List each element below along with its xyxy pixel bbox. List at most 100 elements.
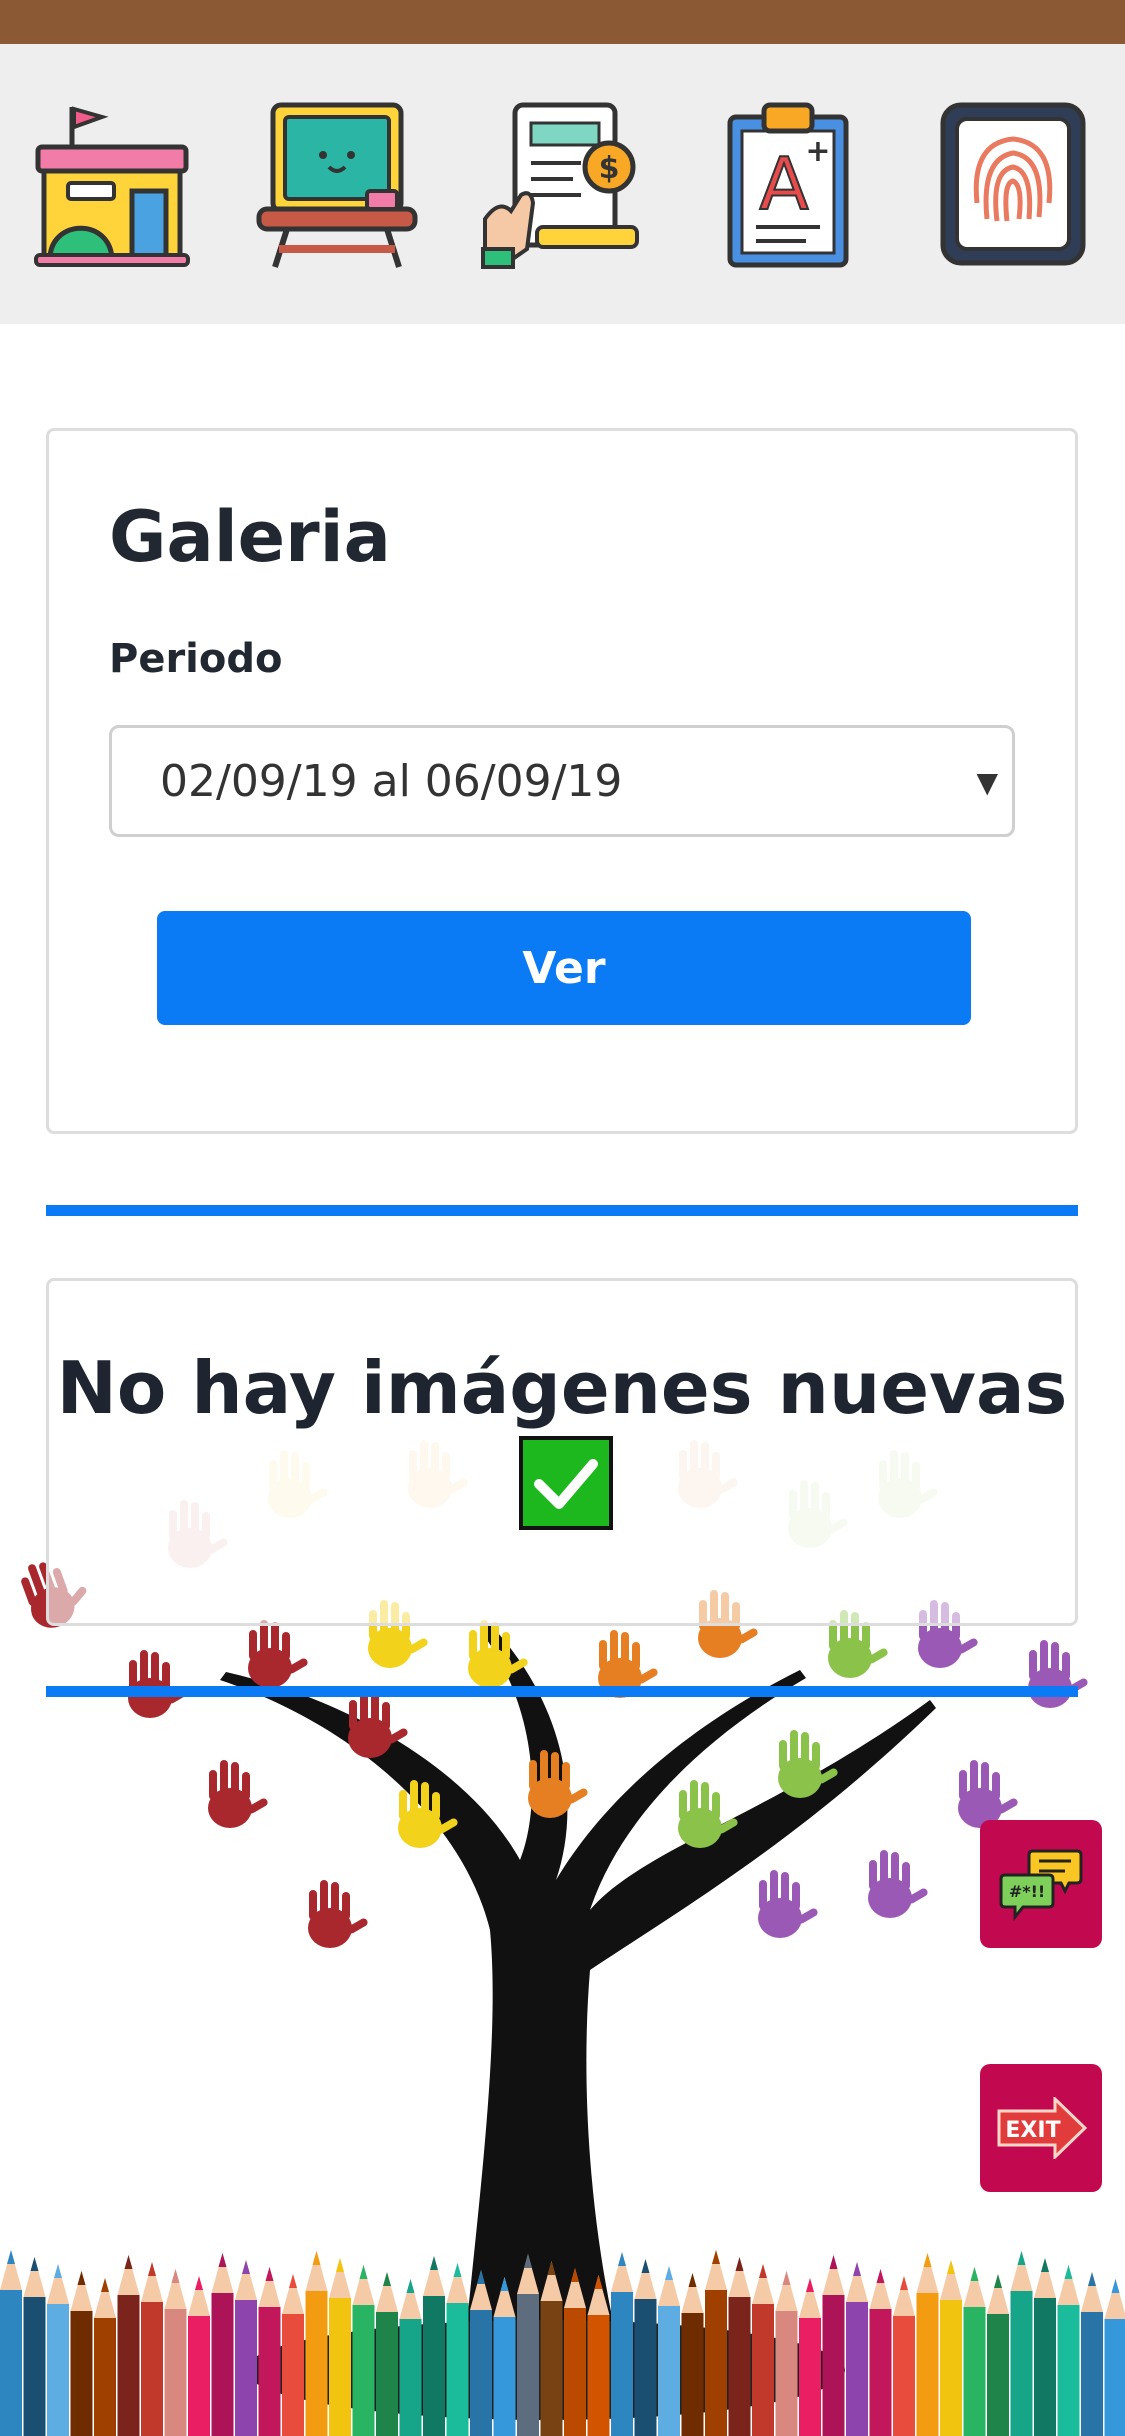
pencil-body [963,2307,986,2436]
pencil-body [540,2301,563,2436]
pencil-lead [148,2262,156,2276]
chat-button[interactable]: #*!! [980,1820,1102,1948]
ver-button[interactable]: Ver [157,911,971,1025]
grades-clipboard-icon: A + [727,102,849,268]
pencil-body [235,2300,257,2436]
pencil-lead [171,2269,180,2283]
pencil-lead [430,2256,438,2270]
pencil-body [752,2304,774,2436]
caret-down-icon: ▼ [976,766,998,799]
pencil-lead [218,2253,227,2267]
pencil-body [611,2292,633,2436]
pencil-body [258,2307,281,2436]
pencil-body [1057,2305,1080,2436]
pencil-lead [641,2259,650,2273]
pencil-body [423,2296,445,2436]
pencil-lead [1017,2251,1026,2265]
pencil-lead [453,2263,462,2277]
toolbar-grades-button[interactable]: A + [706,99,870,269]
pencil-body [493,2317,516,2436]
pencil-body [470,2310,492,2436]
period-label: Periodo [109,636,283,682]
pencil-lead [406,2279,415,2293]
pencil-lead [876,2269,885,2283]
section-divider [46,1205,1078,1216]
svg-text:#*!!: #*!! [1009,1882,1045,1901]
pencil-lead [312,2251,321,2265]
period-select[interactable]: 02/09/19 al 06/09/19 ▼ [109,725,1015,837]
svg-text:A: A [759,142,808,226]
toolbar-school-button[interactable] [30,99,194,269]
pencil-body [47,2304,69,2436]
empty-gallery-card: No hay imágenes nuevas [46,1278,1078,1626]
pencil-body [799,2318,821,2436]
pencil-body [775,2311,798,2436]
pencil-lead [77,2271,86,2285]
pencil-lead [124,2255,133,2269]
pencil-body [0,2290,22,2436]
pencil-body [987,2314,1009,2436]
pencil-lead [806,2278,814,2292]
pencil-body [23,2297,46,2436]
pencil-body [305,2291,328,2436]
pencil-body [70,2311,93,2436]
pencil-lead [242,2260,250,2274]
pencil-body [352,2305,375,2436]
svg-text:+: + [805,134,830,169]
school-icon [34,106,190,267]
chat-bubbles-icon: #*!! [999,1849,1083,1922]
pencil-body [869,2309,892,2436]
pencil-lead [829,2255,838,2269]
pencil-lead [923,2253,932,2267]
svg-text:$: $ [598,151,619,186]
payment-invoice-icon: $ [480,102,639,269]
pencil-lead [359,2265,368,2279]
pencil-lead [1041,2258,1049,2272]
pencil-lead [265,2267,274,2281]
toolbar-classroom-button[interactable] [255,99,419,269]
pencil-lead [30,2257,39,2271]
pencil-lead [1111,2279,1120,2293]
pencil-body [846,2302,868,2436]
exit-button[interactable]: EXIT [980,2064,1102,2192]
pencil-lead [782,2271,791,2285]
pencil-body [916,2293,939,2436]
classroom-desk-icon [256,102,418,268]
pencil-body [282,2314,304,2436]
pencil-body [893,2316,915,2436]
pencil-body [564,2308,586,2436]
pencil-body [164,2309,187,2436]
empty-state-message: No hay imágenes nuevas [56,1346,1068,1430]
pencil-lead [383,2272,391,2286]
pencil-lead [759,2264,767,2278]
pencil-lead [994,2274,1002,2288]
pencil-lead [336,2258,344,2272]
pencil-lead [688,2273,697,2287]
pencil-body [211,2293,234,2436]
top-icon-toolbar: $ A + [0,44,1125,324]
pencil-body [1081,2312,1103,2436]
page-title: Galeria [109,496,391,578]
pencil-body [634,2299,657,2436]
pencil-body [681,2313,704,2436]
gallery-card: Galeria Periodo 02/09/19 al 06/09/19 ▼ V… [46,428,1078,1134]
pencil-body [329,2298,351,2436]
pencil-body [188,2316,210,2436]
exit-sign-icon: EXIT [997,2097,1087,2159]
toolbar-fingerprint-button[interactable] [931,99,1095,269]
pencil-body [399,2319,422,2436]
pencil-lead [853,2262,861,2276]
pencil-body [705,2290,727,2436]
period-select-value: 02/09/19 al 06/09/19 [160,755,623,807]
pencil-body [141,2302,163,2436]
toolbar-payments-button[interactable]: $ [480,99,645,269]
pencil-body [1104,2319,1125,2436]
pencil-body [446,2303,469,2436]
pencil-lead [900,2276,908,2290]
pencil-body [1010,2291,1033,2436]
top-status-strip [0,0,1125,44]
pencil-body [940,2300,962,2436]
pencil-lead [195,2276,203,2290]
pencil-body [94,2318,116,2436]
pencil-body [376,2312,398,2436]
